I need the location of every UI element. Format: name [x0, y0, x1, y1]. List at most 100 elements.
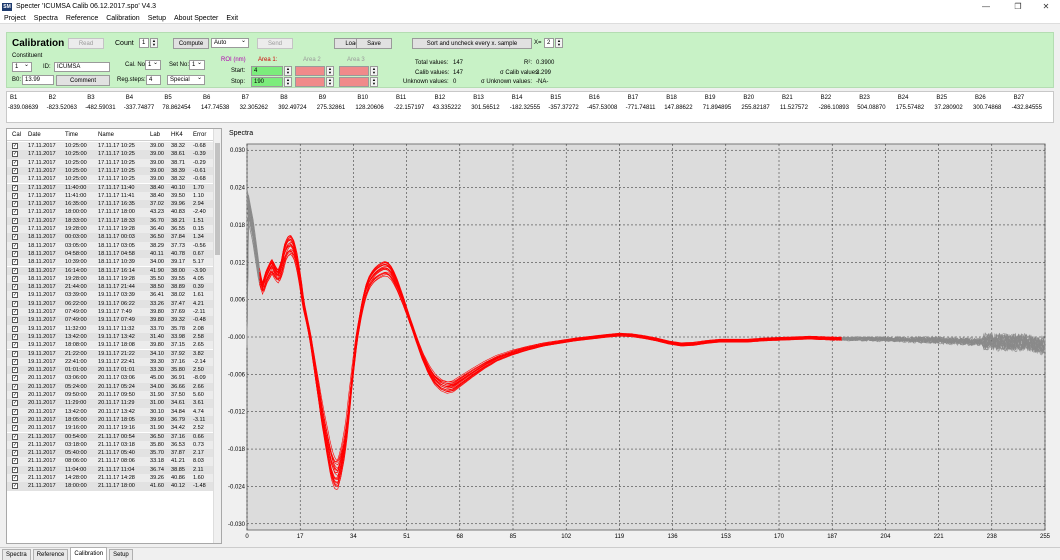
tab-calibration[interactable]: Calibration	[70, 547, 108, 560]
row-checkbox[interactable]: ✓	[12, 466, 18, 473]
row-checkbox[interactable]: ✓	[12, 458, 18, 465]
row-checkbox[interactable]: ✓	[12, 300, 18, 307]
row-checkbox[interactable]: ✓	[12, 275, 18, 282]
row-checkbox[interactable]: ✓	[12, 367, 18, 374]
table-row[interactable]: ✓ 17.11.2017 18:33:00 17.11.17 18:33 36.70 38…	[7, 216, 215, 225]
row-checkbox[interactable]: ✓	[12, 143, 18, 149]
tab-spectra[interactable]: Spectra	[2, 549, 31, 560]
minimize-icon[interactable]: —	[972, 0, 1000, 13]
col-hk4[interactable]: HK4	[171, 132, 183, 138]
comment-button[interactable]: Comment	[56, 75, 110, 86]
send-button[interactable]: Send	[257, 38, 293, 49]
x-input[interactable]: 2	[544, 38, 554, 48]
area3-stop-input[interactable]	[339, 77, 369, 87]
table-row[interactable]: ✓ 19.11.2017 13:42:00 19.11.17 13:42 31.40 33…	[7, 332, 215, 342]
area3-start-input[interactable]	[339, 66, 369, 76]
table-row[interactable]: ✓ 19.11.2017 21:22:00 19.11.17 21:22 34.10 37…	[7, 349, 215, 358]
row-checkbox[interactable]: ✓	[12, 483, 18, 490]
scrollbar-thumb[interactable]	[215, 143, 220, 255]
row-checkbox[interactable]: ✓	[12, 267, 18, 274]
spectra-chart[interactable]: 0 17 34 51 68 85 102 119 136 153 170 187 204 221 238 25…	[228, 138, 1052, 538]
save-button[interactable]: Save	[356, 38, 392, 49]
col-date[interactable]: Date	[28, 132, 41, 138]
row-checkbox[interactable]: ✓	[12, 375, 18, 382]
tab-setup[interactable]: Setup	[109, 549, 133, 560]
count-spinner[interactable]: ▲ ▼	[150, 38, 158, 48]
row-checkbox[interactable]: ✓	[12, 416, 18, 423]
col-error[interactable]: Error	[193, 132, 206, 138]
row-checkbox[interactable]: ✓	[12, 292, 18, 299]
table-row[interactable]: ✓ 18.11.2017 21:44:00 18.11.17 21:44 38.50 38…	[7, 283, 215, 292]
table-row[interactable]: ✓ 19.11.2017 18:08:00 19.11.17 18:08 39.80 37…	[7, 341, 215, 350]
menu-calibration[interactable]: Calibration	[102, 15, 143, 22]
row-checkbox[interactable]: ✓	[12, 176, 18, 183]
table-row[interactable]: ✓ 18.11.2017 10:39:00 18.11.17 10:39 34.00 39…	[7, 258, 215, 267]
row-checkbox[interactable]: ✓	[12, 209, 18, 216]
col-time[interactable]: Time	[65, 132, 78, 138]
row-checkbox[interactable]: ✓	[12, 309, 18, 315]
row-checkbox[interactable]: ✓	[12, 425, 18, 432]
area3-stop-spinner[interactable]: ▲ ▼	[370, 77, 378, 87]
table-row[interactable]: ✓ 20.11.2017 09:50:00 20.11.17 09:50 31.90 37…	[7, 391, 215, 400]
row-checkbox[interactable]: ✓	[12, 226, 18, 232]
row-checkbox[interactable]: ✓	[12, 441, 18, 448]
table-row[interactable]: ✓ 19.11.2017 03:39:00 19.11.17 03:39 36.41 38…	[7, 291, 215, 300]
menu-exit[interactable]: Exit	[222, 15, 242, 22]
table-row[interactable]: ✓ 17.11.2017 10:25:00 17.11.17 10:25 39.00 38…	[7, 150, 215, 159]
row-checkbox[interactable]: ✓	[12, 167, 18, 174]
table-row[interactable]: ✓ 17.11.2017 19:28:00 17.11.17 19:28 36.40 36…	[7, 225, 215, 234]
col-name[interactable]: Name	[98, 132, 114, 138]
table-row[interactable]: ✓ 21.11.2017 11:04:00 21.11.17 11:04 36.74 38…	[7, 465, 215, 474]
table-row[interactable]: ✓ 18.11.2017 19:28:00 18.11.17 19:28 35.50 39…	[7, 274, 215, 284]
area2-stop-spinner[interactable]: ▲ ▼	[326, 77, 334, 87]
area3-start-spinner[interactable]: ▲ ▼	[370, 66, 378, 76]
table-row[interactable]: ✓ 21.11.2017 03:18:00 21.11.17 03:18 35.80 36…	[7, 440, 215, 450]
compute-mode-select[interactable]: Auto	[211, 37, 249, 48]
table-row[interactable]: ✓ 17.11.2017 10:25:00 17.11.17 10:25 39.00 38…	[7, 175, 215, 184]
col-cal[interactable]: Cal	[12, 132, 21, 138]
table-row[interactable]: ✓ 17.11.2017 10:25:00 17.11.17 10:25 39.00 38…	[7, 158, 215, 167]
table-row[interactable]: ✓ 20.11.2017 01:01:00 20.11.17 01:01 33.30 35…	[7, 366, 215, 375]
table-row[interactable]: ✓ 19.11.2017 07:49:00 19.11.17 07:49 39.80 39…	[7, 316, 215, 325]
x-spinner[interactable]: ▲ ▼	[555, 38, 563, 48]
constituent-select[interactable]: 1	[12, 61, 32, 72]
b0-input[interactable]: 13.99	[22, 75, 54, 85]
table-scrollbar[interactable]	[213, 129, 221, 543]
table-row[interactable]: ✓ 20.11.2017 03:06:00 20.11.17 03:06 45.00 36…	[7, 374, 215, 383]
menu-project[interactable]: Project	[0, 15, 30, 22]
row-checkbox[interactable]: ✓	[12, 342, 18, 349]
table-row[interactable]: ✓ 21.11.2017 18:00:00 21.11.17 18:00 41.60 40…	[7, 482, 215, 491]
table-row[interactable]: ✓ 21.11.2017 08:06:00 21.11.17 08:06 33.18 41…	[7, 457, 215, 466]
table-row[interactable]: ✓ 20.11.2017 19:16:00 20.11.17 19:16 31.90 34…	[7, 424, 215, 433]
tab-reference[interactable]: Reference	[32, 549, 69, 560]
table-row[interactable]: ✓ 17.11.2017 10:25:00 17.11.17 10:25 39.00 38…	[7, 166, 215, 176]
row-checkbox[interactable]: ✓	[12, 184, 18, 191]
special-select[interactable]: Special	[167, 74, 205, 85]
table-row[interactable]: ✓ 20.11.2017 13:42:00 20.11.17 13:42 30.10 34…	[7, 407, 215, 416]
calno-select[interactable]: 1	[145, 59, 161, 70]
menu-about[interactable]: About Specter	[170, 15, 222, 22]
table-row[interactable]: ✓ 18.11.2017 04:58:00 18.11.17 04:58 40.11 40…	[7, 249, 215, 259]
read-button[interactable]: Read	[68, 38, 104, 49]
row-checkbox[interactable]: ✓	[12, 475, 18, 481]
area2-stop-input[interactable]	[295, 77, 325, 87]
table-row[interactable]: ✓ 19.11.2017 22:41:00 19.11.17 22:41 39.30 37…	[7, 357, 215, 367]
row-checkbox[interactable]: ✓	[12, 242, 18, 249]
compute-button[interactable]: Compute	[173, 38, 209, 49]
area2-start-spinner[interactable]: ▲ ▼	[326, 66, 334, 76]
row-checkbox[interactable]: ✓	[12, 151, 18, 158]
menu-reference[interactable]: Reference	[62, 15, 102, 22]
row-checkbox[interactable]: ✓	[12, 325, 18, 332]
table-row[interactable]: ✓ 20.11.2017 11:29:00 20.11.17 11:29 31.00 34…	[7, 399, 215, 408]
menu-spectra[interactable]: Spectra	[30, 15, 62, 22]
menu-setup[interactable]: Setup	[144, 15, 170, 22]
area1-stop-input[interactable]: 190	[251, 77, 283, 87]
col-lab[interactable]: Lab	[150, 132, 160, 138]
table-row[interactable]: ✓ 19.11.2017 07:49:00 19.11.17 7:49 39.80 37.…	[7, 308, 215, 317]
table-row[interactable]: ✓ 21.11.2017 00:54:00 21.11.17 00:54 36.50 37…	[7, 432, 215, 441]
row-checkbox[interactable]: ✓	[12, 400, 18, 407]
count-input[interactable]: 1	[139, 38, 149, 48]
id-input[interactable]: ICUMSA	[54, 62, 110, 72]
table-row[interactable]: ✓ 20.11.2017 05:24:00 20.11.17 05:24 34.00 36…	[7, 382, 215, 391]
table-row[interactable]: ✓ 21.11.2017 05:40:00 21.11.17 05:40 35.70 37…	[7, 449, 215, 458]
